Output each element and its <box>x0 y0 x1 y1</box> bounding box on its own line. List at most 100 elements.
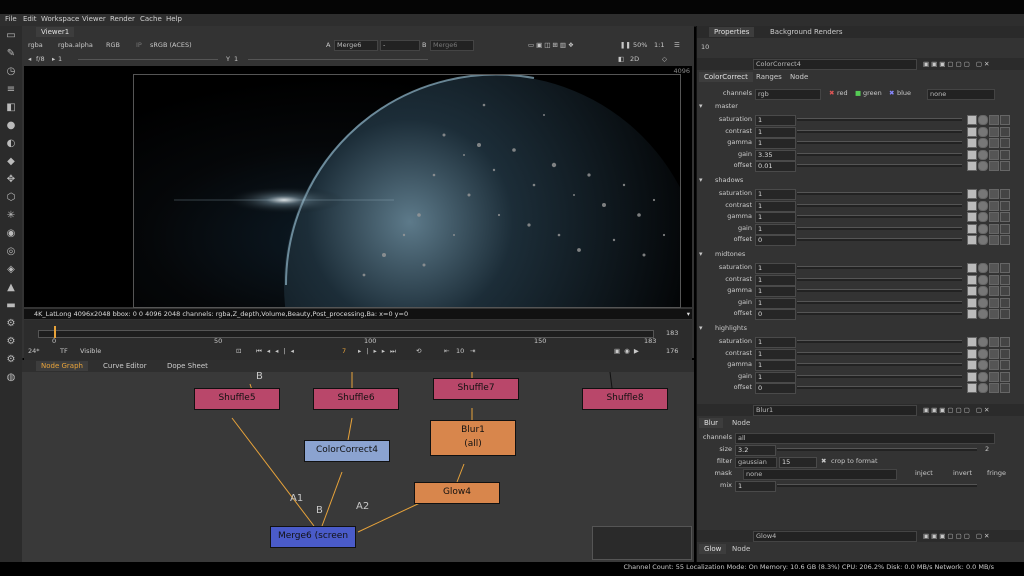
color-wheel-icon[interactable] <box>978 263 988 273</box>
channel-split-icon[interactable] <box>989 360 999 371</box>
channel-split-icon[interactable] <box>989 337 999 347</box>
section-collapse-icon[interactable]: ▾ <box>699 102 703 110</box>
display-mode-select[interactable]: RGB <box>106 40 120 50</box>
cc-param-slider[interactable] <box>797 374 962 378</box>
colorspace-select[interactable]: sRGB (ACES) <box>150 40 192 50</box>
channel-split-icon[interactable] <box>989 371 999 382</box>
ocula-icon[interactable]: ⚙ <box>5 336 17 348</box>
channel-split-icon[interactable] <box>989 126 999 137</box>
color-swatch-icon[interactable] <box>967 263 977 273</box>
color-wheel-icon[interactable] <box>978 297 988 308</box>
cara-icon[interactable]: ⚙ <box>5 354 17 366</box>
cc-param-slider[interactable] <box>797 277 962 281</box>
time-icon[interactable]: ◷ <box>5 66 17 78</box>
zoom-select[interactable]: 50% <box>633 40 647 50</box>
tab-glow-node[interactable]: Node <box>727 544 755 554</box>
channel-split-icon[interactable] <box>989 383 999 394</box>
tab-blur[interactable]: Blur <box>699 418 724 428</box>
frame-field[interactable]: 1 <box>58 54 62 64</box>
color-swatch-icon[interactable] <box>967 223 977 234</box>
color-swatch-icon[interactable] <box>967 371 977 382</box>
furnace-icon[interactable]: ⚙ <box>5 318 17 330</box>
animation-icon[interactable] <box>1000 309 1010 320</box>
blur-size-field[interactable]: 3.2 <box>735 445 776 456</box>
channel-split-icon[interactable] <box>989 161 999 172</box>
cc-param-slider[interactable] <box>797 152 962 156</box>
views-icon[interactable]: ◎ <box>5 246 17 258</box>
color-swatch-icon[interactable] <box>967 212 977 223</box>
cc-param-slider[interactable] <box>797 312 962 316</box>
channel-split-icon[interactable] <box>989 286 999 297</box>
menu-edit[interactable]: Edit <box>23 15 37 23</box>
viewer-settings-icon[interactable]: ◇ <box>662 54 667 64</box>
playback-forward-controls[interactable]: ▸|▸▸⏭ <box>358 346 401 356</box>
cc-param-slider[interactable] <box>797 118 962 121</box>
channel-split-icon[interactable] <box>989 149 999 160</box>
cc-section-title[interactable]: master <box>705 102 738 110</box>
pause-icon[interactable]: ❚❚ <box>620 40 631 50</box>
animation-icon[interactable] <box>1000 235 1010 246</box>
tab-dope-sheet[interactable]: Dope Sheet <box>162 361 213 371</box>
cc-param-slider[interactable] <box>797 266 962 269</box>
gain-icon[interactable]: ◂ <box>28 54 31 64</box>
3d-icon[interactable]: ⬡ <box>5 192 17 204</box>
channel-split-icon[interactable] <box>989 348 999 359</box>
cc-param-field[interactable]: 1 <box>755 371 796 383</box>
info-expand-icon[interactable]: ▾ <box>687 309 690 319</box>
a-input-select[interactable]: Merge6 <box>334 40 378 51</box>
color-wheel-icon[interactable] <box>978 138 988 149</box>
menu-help[interactable]: Help <box>166 15 182 23</box>
channel-split-icon[interactable] <box>989 274 999 285</box>
channel-split-icon[interactable] <box>989 297 999 308</box>
color-swatch-icon[interactable] <box>967 337 977 347</box>
cc-param-slider[interactable] <box>797 340 962 343</box>
alpha-select[interactable]: rgba.alpha <box>58 40 93 50</box>
node-shuffle5[interactable]: Shuffle5 <box>194 388 280 410</box>
cc-param-slider[interactable] <box>797 141 962 145</box>
color-swatch-icon[interactable] <box>967 309 977 320</box>
cc-param-field[interactable]: 1 <box>755 297 796 309</box>
blur-mask-select[interactable]: none <box>743 469 897 480</box>
cc-param-slider[interactable] <box>797 226 962 230</box>
cc-node-name[interactable]: ColorCorrect4 <box>753 59 917 70</box>
cc-param-field[interactable]: 1 <box>755 274 796 286</box>
animation-icon[interactable] <box>1000 371 1010 382</box>
node-shuffle7[interactable]: Shuffle7 <box>433 378 519 400</box>
color-icon[interactable]: ◧ <box>5 102 17 114</box>
animation-icon[interactable] <box>1000 149 1010 160</box>
cc-param-slider[interactable] <box>797 215 962 219</box>
mode-select[interactable]: 2D <box>630 54 639 64</box>
node-colorcorrect4[interactable]: ColorCorrect4 <box>304 440 390 462</box>
node-glow4[interactable]: Glow4 <box>414 482 500 504</box>
tab-blur-node[interactable]: Node <box>727 418 755 428</box>
animation-icon[interactable] <box>1000 161 1010 172</box>
cc-param-field[interactable]: 1 <box>755 126 796 138</box>
color-wheel-icon[interactable] <box>978 309 988 320</box>
gain-slider[interactable] <box>78 59 218 60</box>
viewer-tools-icon[interactable]: ▭▣◫⊞▥❖ <box>528 40 576 50</box>
animation-icon[interactable] <box>1000 200 1010 211</box>
tab-colorcorrect[interactable]: ColorCorrect <box>699 72 753 82</box>
tab-properties[interactable]: Properties <box>709 27 755 37</box>
plugin-icon[interactable]: ◍ <box>5 372 17 384</box>
channels-select[interactable]: rgba <box>28 40 43 50</box>
cc-alpha-select[interactable]: none <box>927 89 995 100</box>
tab-ranges[interactable]: Ranges <box>751 72 787 82</box>
color-swatch-icon[interactable] <box>967 297 977 308</box>
color-swatch-icon[interactable] <box>967 161 977 172</box>
color-swatch-icon[interactable] <box>967 383 977 394</box>
fstop-field[interactable]: f/8 <box>36 54 45 64</box>
timeline-end-field[interactable]: 183 <box>666 328 678 338</box>
channel-split-icon[interactable] <box>989 235 999 246</box>
cc-param-slider[interactable] <box>797 351 962 355</box>
deep-icon[interactable]: ◉ <box>5 228 17 240</box>
color-wheel-icon[interactable] <box>978 360 988 371</box>
ratio-select[interactable]: 1:1 <box>654 40 664 50</box>
other-icon[interactable]: ▬ <box>5 300 17 312</box>
keyer-icon[interactable]: ◐ <box>5 138 17 150</box>
animation-icon[interactable] <box>1000 337 1010 347</box>
animation-icon[interactable] <box>1000 348 1010 359</box>
section-collapse-icon[interactable]: ▾ <box>699 176 703 184</box>
cc-param-slider[interactable] <box>797 363 962 367</box>
current-frame-field[interactable]: 7 <box>342 346 346 356</box>
